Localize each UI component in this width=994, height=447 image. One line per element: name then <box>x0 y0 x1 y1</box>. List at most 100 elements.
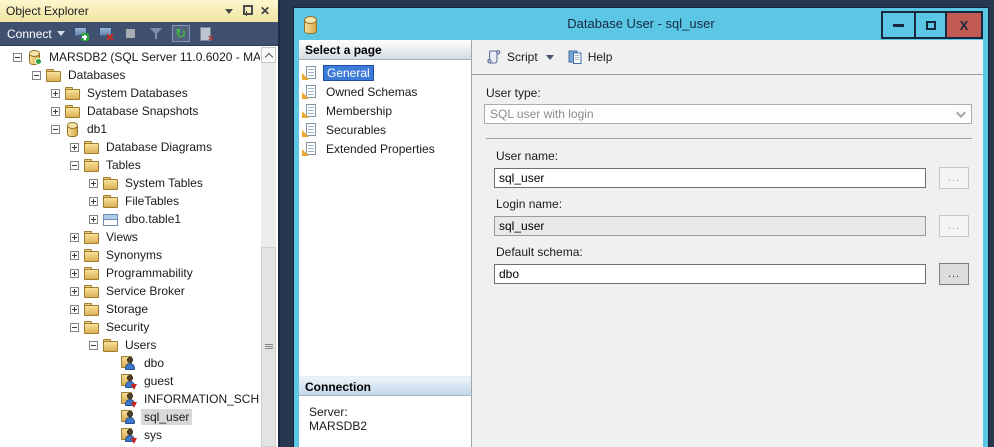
connect-label: Connect <box>7 27 52 41</box>
script-icon <box>485 49 502 65</box>
tree-item-server[interactable]: MARSDB2 (SQL Server 11.0.6020 - MARSD <box>0 48 260 66</box>
tree-item-db1[interactable]: db1 <box>0 120 260 138</box>
script-button[interactable]: Script <box>481 46 558 68</box>
maximize-button[interactable] <box>914 13 945 37</box>
close-icon[interactable]: ✕ <box>260 5 270 17</box>
login-name-input[interactable] <box>494 216 926 236</box>
collapse-icon[interactable] <box>89 341 98 350</box>
tree-item-dbo-user[interactable]: dbo <box>0 354 260 372</box>
tree-item-synonyms[interactable]: Synonyms <box>0 246 260 264</box>
vertical-scrollbar[interactable] <box>261 47 276 446</box>
general-page-form: User type: SQL user with login User name… <box>472 75 983 447</box>
folder-icon <box>83 301 99 317</box>
expand-icon[interactable] <box>70 287 79 296</box>
user-disabled-icon <box>121 391 137 407</box>
help-label: Help <box>588 50 613 64</box>
minimize-button[interactable] <box>883 13 914 37</box>
tree-item-views[interactable]: Views <box>0 228 260 246</box>
tree-item-system-tables[interactable]: System Tables <box>0 174 260 192</box>
user-disabled-icon <box>121 427 137 443</box>
database-user-dialog: Database User - sql_user X Select a page… <box>294 8 988 447</box>
tree-item-sql-user[interactable]: sql_user <box>0 408 260 426</box>
tree-item-information-schema-user[interactable]: INFORMATION_SCHEMA <box>0 390 260 408</box>
close-button[interactable]: X <box>945 13 981 37</box>
collapse-icon[interactable] <box>70 161 79 170</box>
tree-item-database-diagrams[interactable]: Database Diagrams <box>0 138 260 156</box>
user-icon <box>121 355 137 371</box>
collapse-icon[interactable] <box>51 125 60 134</box>
tree-item-storage[interactable]: Storage <box>0 300 260 318</box>
object-explorer-panel: Object Explorer ✕ Connect ↻ MARSDB2 (SQL… <box>0 0 280 447</box>
help-icon <box>567 49 583 65</box>
filter-icon[interactable] <box>147 25 165 42</box>
default-schema-label: Default schema: <box>496 245 969 259</box>
page-item-extended-properties[interactable]: Extended Properties <box>302 139 469 158</box>
script-dropdown-icon[interactable] <box>546 55 554 60</box>
collapse-icon[interactable] <box>13 53 22 62</box>
collapse-icon[interactable] <box>32 71 41 80</box>
connect-button[interactable]: Connect <box>7 27 65 41</box>
scrollbar-thumb[interactable] <box>261 247 276 447</box>
selected-tree-label: sql_user <box>141 409 192 425</box>
collapse-icon[interactable] <box>70 323 79 332</box>
user-name-input[interactable] <box>494 168 926 188</box>
folder-icon <box>83 247 99 263</box>
tree-item-system-databases[interactable]: System Databases <box>0 84 260 102</box>
refresh-icon[interactable]: ↻ <box>172 25 190 42</box>
panel-title: Object Explorer <box>6 4 225 18</box>
expand-icon[interactable] <box>70 233 79 242</box>
window-position-icon[interactable] <box>225 9 233 14</box>
server-icon <box>26 49 42 65</box>
pin-icon[interactable] <box>242 5 251 17</box>
page-icon <box>302 65 318 81</box>
folder-icon <box>102 337 118 353</box>
tree-item-tables[interactable]: Tables <box>0 156 260 174</box>
folder-icon <box>83 283 99 299</box>
connect-object-icon[interactable] <box>72 25 90 42</box>
user-type-select[interactable]: SQL user with login <box>484 104 972 124</box>
table-icon <box>102 211 118 227</box>
autoscript-disabled-icon <box>197 25 215 42</box>
tree-item-filetables[interactable]: FileTables <box>0 192 260 210</box>
tree-item-dbo-table1[interactable]: dbo.table1 <box>0 210 260 228</box>
default-schema-input[interactable] <box>494 264 926 284</box>
tree-item-databases[interactable]: Databases <box>0 66 260 84</box>
default-schema-browse-button[interactable]: ... <box>939 263 969 285</box>
expand-icon[interactable] <box>70 269 79 278</box>
disconnect-icon[interactable] <box>97 25 115 42</box>
tree-item-database-snapshots[interactable]: Database Snapshots <box>0 102 260 120</box>
page-item-securables[interactable]: Securables <box>302 120 469 139</box>
tree-item-sys-user[interactable]: sys <box>0 426 260 444</box>
scroll-up-button[interactable] <box>261 47 276 63</box>
page-item-general[interactable]: General <box>302 63 469 82</box>
expand-icon[interactable] <box>51 89 60 98</box>
expand-icon[interactable] <box>89 197 98 206</box>
tree-item-service-broker[interactable]: Service Broker <box>0 282 260 300</box>
expand-icon[interactable] <box>51 107 60 116</box>
tree-item-guest-user[interactable]: guest <box>0 372 260 390</box>
chevron-down-icon <box>956 108 966 118</box>
help-button[interactable]: Help <box>563 46 617 68</box>
expand-icon[interactable] <box>70 143 79 152</box>
maximize-icon <box>926 21 936 30</box>
folder-icon <box>102 175 118 191</box>
separator <box>486 138 972 139</box>
folder-icon <box>83 319 99 335</box>
expand-icon[interactable] <box>70 305 79 314</box>
folder-icon <box>64 103 80 119</box>
expand-icon[interactable] <box>89 215 98 224</box>
page-icon <box>302 122 318 138</box>
folder-icon <box>64 85 80 101</box>
page-item-owned-schemas[interactable]: Owned Schemas <box>302 82 469 101</box>
user-name-label: User name: <box>496 149 969 163</box>
expand-icon[interactable] <box>89 179 98 188</box>
dialog-titlebar[interactable]: Database User - sql_user X <box>294 8 988 40</box>
login-name-label: Login name: <box>496 197 969 211</box>
tree-item-security[interactable]: Security <box>0 318 260 336</box>
tree-item-programmability[interactable]: Programmability <box>0 264 260 282</box>
page-icon <box>302 103 318 119</box>
tree-item-users[interactable]: Users <box>0 336 260 354</box>
page-item-membership[interactable]: Membership <box>302 101 469 120</box>
stop-icon <box>122 25 140 42</box>
expand-icon[interactable] <box>70 251 79 260</box>
